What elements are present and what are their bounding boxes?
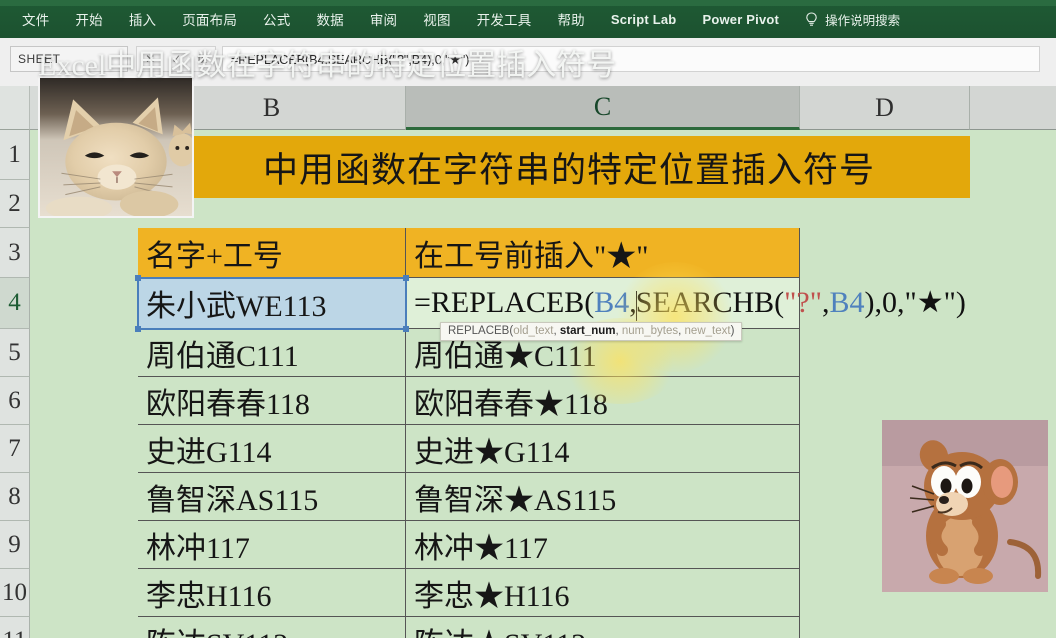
row-header-11[interactable]: 11 [0,617,30,638]
ribbon-tab-developer[interactable]: 开发工具 [477,9,532,29]
row-header-4[interactable]: 4 [0,278,30,329]
cell-b8[interactable]: 鲁智深AS115 [138,473,406,521]
row-header-6[interactable]: 6 [0,377,30,425]
formula-token-list: =REPLACEB(B4,SEARCHB("?",B4),0,"★") [414,285,966,321]
row-header-8[interactable]: 8 [0,473,30,521]
row-header-2[interactable]: 2 [0,180,30,228]
cell-b10[interactable]: 李忠H116 [138,569,406,617]
cell-b9[interactable]: 林冲117 [138,521,406,569]
cell-c7[interactable]: 史进★G114 [406,425,800,473]
fn-tip-name: REPLACEB [448,325,510,337]
excel-window: 文件 开始 插入 页面布局 公式 数据 审阅 视图 开发工具 帮助 Script… [0,0,1056,638]
fn-tip-arg-start-num: start_num [559,325,616,337]
ribbon-tab-review[interactable]: 审阅 [370,9,397,29]
select-all-corner[interactable] [0,86,30,130]
cell-c8[interactable]: 鲁智深★AS115 [406,473,800,521]
column-header-d[interactable]: D [800,86,970,130]
formula-token-8: ,0,"★") [874,286,966,320]
ribbon-tab-page-layout[interactable]: 页面布局 [182,9,237,29]
cell-b5[interactable]: 周伯通C111 [138,329,406,377]
row-header-3[interactable]: 3 [0,228,30,278]
row-header-7[interactable]: 7 [0,425,30,473]
ribbon-tab-script-lab[interactable]: Script Lab [611,12,677,27]
ribbon-tab-view[interactable]: 视图 [423,9,450,29]
video-overlay-title: Excel中用函数在字符串的特定位置插入符号 [38,49,617,82]
cell-c11[interactable]: 陈达★SV112 [406,617,800,638]
cell-b4[interactable]: 朱小武WE113 [138,278,406,329]
tell-me-label: 操作说明搜索 [825,13,901,28]
function-signature-tooltip: REPLACEB(old_text, start_num, num_bytes,… [440,322,743,341]
ribbon-tab-data[interactable]: 数据 [316,9,343,29]
ribbon-tab-file[interactable]: 文件 [22,9,49,29]
fn-tip-arg-old-text: old_text [513,325,554,337]
ribbon-tab-help[interactable]: 帮助 [557,9,584,29]
fn-tip-arg-num-bytes: num_bytes [621,325,679,337]
row-header-9[interactable]: 9 [0,521,30,569]
row-header-10[interactable]: 10 [0,569,30,617]
cell-c9[interactable]: 林冲★117 [406,521,800,569]
column-header-e[interactable] [970,86,1056,130]
tell-me-search[interactable]: 操作说明搜索 [805,10,900,29]
row-header-1[interactable]: 1 [0,130,30,180]
title-banner-cell: 中用函数在字符串的特定位置插入符号 [168,136,970,198]
formula-token-3: SEARCHB( [635,286,785,320]
cell-b6[interactable]: 欧阳春春118 [138,377,406,425]
cell-c3-header[interactable]: 在工号前插入"★" [406,228,800,278]
cat-photo [38,76,194,218]
lightbulb-icon [805,11,818,27]
formula-token-6: B4 [829,286,865,320]
ribbon-tab-insert[interactable]: 插入 [129,9,156,29]
ribbon-tab-bar: 文件 开始 插入 页面布局 公式 数据 审阅 视图 开发工具 帮助 Script… [0,0,1056,38]
cell-c10[interactable]: 李忠★H116 [406,569,800,617]
column-header-c[interactable]: C [406,86,800,130]
jerry-mouse-photo [882,420,1048,592]
formula-token-0: =REPLACEB( [414,286,595,320]
cell-b7[interactable]: 史进G114 [138,425,406,473]
cell-c6[interactable]: 欧阳春春★118 [406,377,800,425]
cell-b3-header[interactable]: 名字+工号 [138,228,406,278]
formula-token-4: "?" [784,286,822,320]
row-header-5[interactable]: 5 [0,329,30,377]
ribbon-top-edge [0,0,1056,6]
ribbon-tab-formulas[interactable]: 公式 [263,9,290,29]
formula-token-7: ) [864,286,875,320]
cell-b11[interactable]: 陈达SV112 [138,617,406,638]
fn-tip-arg-new-text: new_text [684,325,731,337]
ribbon-tab-home[interactable]: 开始 [75,9,102,29]
ribbon-tab-power-pivot[interactable]: Power Pivot [702,12,779,27]
formula-token-1: B4 [594,286,630,320]
